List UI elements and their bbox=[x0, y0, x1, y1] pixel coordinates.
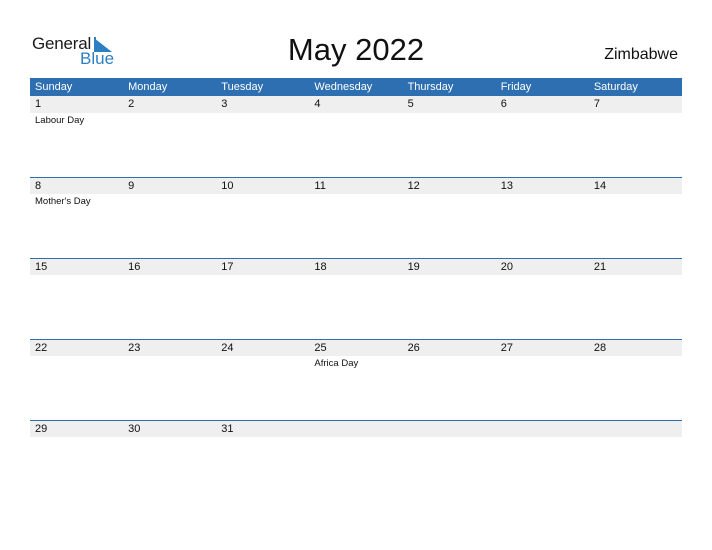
calendar-grid: Sunday Monday Tuesday Wednesday Thursday… bbox=[30, 78, 682, 501]
day-number: 27 bbox=[500, 342, 513, 354]
day-cell: 12 bbox=[403, 177, 496, 237]
day-number: 20 bbox=[500, 261, 513, 273]
day-number: 30 bbox=[128, 423, 141, 435]
day-cell: 10 bbox=[216, 177, 309, 237]
day-cell: 6 bbox=[496, 96, 589, 156]
day-number: 12 bbox=[407, 180, 420, 192]
country-label: Zimbabwe bbox=[604, 46, 678, 63]
day-cell: 20 bbox=[496, 258, 589, 318]
day-number: 18 bbox=[314, 261, 327, 273]
week-row: 1 Labour Day 2 3 4 5 6 7 bbox=[30, 96, 682, 177]
day-cell: 18 bbox=[309, 258, 402, 318]
week-row: 22 23 24 25 Africa Day 26 27 28 bbox=[30, 339, 682, 420]
day-cell: 14 bbox=[589, 177, 682, 237]
day-number: 17 bbox=[221, 261, 234, 273]
day-cell: 23 bbox=[123, 339, 216, 399]
weekday-sunday: Sunday bbox=[35, 81, 73, 93]
day-number: 22 bbox=[35, 342, 48, 354]
day-number: 21 bbox=[593, 261, 607, 273]
week-row: 15 16 17 18 19 20 21 bbox=[30, 258, 682, 339]
day-number: 5 bbox=[407, 98, 414, 110]
day-number: 8 bbox=[35, 180, 42, 192]
day-cell bbox=[403, 420, 496, 480]
week-cells: 22 23 24 25 Africa Day 26 27 28 bbox=[30, 339, 682, 399]
day-cell: 4 bbox=[309, 96, 402, 156]
holiday-label: Labour Day bbox=[35, 115, 85, 126]
day-number: 14 bbox=[593, 180, 607, 192]
day-cell bbox=[589, 420, 682, 480]
holiday-label: Mother's Day bbox=[35, 196, 91, 207]
weekday-thursday: Thursday bbox=[407, 81, 454, 93]
day-number: 19 bbox=[407, 261, 420, 273]
weekday-header: Sunday Monday Tuesday Wednesday Thursday… bbox=[30, 78, 682, 96]
day-cell: 8 Mother's Day bbox=[30, 177, 123, 237]
day-number: 2 bbox=[128, 98, 135, 110]
day-cell: 1 Labour Day bbox=[30, 96, 123, 156]
day-cell: 15 bbox=[30, 258, 123, 318]
weekday-tuesday: Tuesday bbox=[221, 81, 264, 93]
day-number: 24 bbox=[221, 342, 234, 354]
day-number: 4 bbox=[314, 98, 321, 110]
day-cell: 19 bbox=[403, 258, 496, 318]
day-cell: 27 bbox=[496, 339, 589, 399]
week-cells: 15 16 17 18 19 20 21 bbox=[30, 258, 682, 318]
day-number: 11 bbox=[314, 180, 326, 192]
day-cell: 3 bbox=[216, 96, 309, 156]
weekday-friday: Friday bbox=[500, 81, 532, 93]
day-cell: 16 bbox=[123, 258, 216, 318]
day-number: 28 bbox=[593, 342, 607, 354]
day-cell: 28 bbox=[589, 339, 682, 399]
weeks-container: 1 Labour Day 2 3 4 5 6 7 8 Mother's Day 9 10 11 12 13 1… bbox=[30, 96, 682, 501]
weekday-saturday: Saturday bbox=[593, 81, 638, 93]
day-cell: 24 bbox=[216, 339, 309, 399]
day-number: 13 bbox=[500, 180, 513, 192]
day-cell: 2 bbox=[123, 96, 216, 156]
week-cells: 8 Mother's Day 9 10 11 12 13 14 bbox=[30, 177, 682, 237]
weekday-monday: Monday bbox=[128, 81, 168, 93]
day-number: 25 bbox=[314, 342, 327, 354]
day-cell bbox=[496, 420, 589, 480]
holiday-label: Africa Day bbox=[314, 358, 359, 369]
day-number: 9 bbox=[128, 180, 135, 192]
week-cells: 29 30 31 bbox=[30, 420, 682, 480]
day-number: 7 bbox=[593, 98, 600, 110]
day-cell: 13 bbox=[496, 177, 589, 237]
day-cell: 30 bbox=[123, 420, 216, 480]
weekday-wednesday: Wednesday bbox=[314, 81, 373, 93]
day-cell: 31 bbox=[216, 420, 309, 480]
day-number: 16 bbox=[128, 261, 141, 273]
day-cell: 29 bbox=[30, 420, 123, 480]
day-number: 31 bbox=[221, 423, 234, 435]
day-number: 23 bbox=[128, 342, 141, 354]
day-cell: 26 bbox=[403, 339, 496, 399]
week-row: 29 30 31 bbox=[30, 420, 682, 501]
day-cell: 17 bbox=[216, 258, 309, 318]
day-cell: 7 bbox=[589, 96, 682, 156]
day-number: 6 bbox=[500, 98, 507, 110]
day-cell: 22 bbox=[30, 339, 123, 399]
day-cell: 11 bbox=[309, 177, 402, 237]
day-number: 15 bbox=[35, 261, 48, 273]
day-number: 10 bbox=[221, 180, 234, 192]
week-cells: 1 Labour Day 2 3 4 5 6 7 bbox=[30, 96, 682, 156]
day-cell: 9 bbox=[123, 177, 216, 237]
week-row: 8 Mother's Day 9 10 11 12 13 14 bbox=[30, 177, 682, 258]
day-number: 1 bbox=[35, 98, 42, 110]
day-number: 3 bbox=[221, 98, 228, 110]
day-cell: 21 bbox=[589, 258, 682, 318]
day-cell: 25 Africa Day bbox=[309, 339, 402, 399]
day-number: 26 bbox=[407, 342, 420, 354]
day-cell bbox=[309, 420, 402, 480]
day-number: 29 bbox=[35, 423, 48, 435]
day-cell: 5 bbox=[403, 96, 496, 156]
